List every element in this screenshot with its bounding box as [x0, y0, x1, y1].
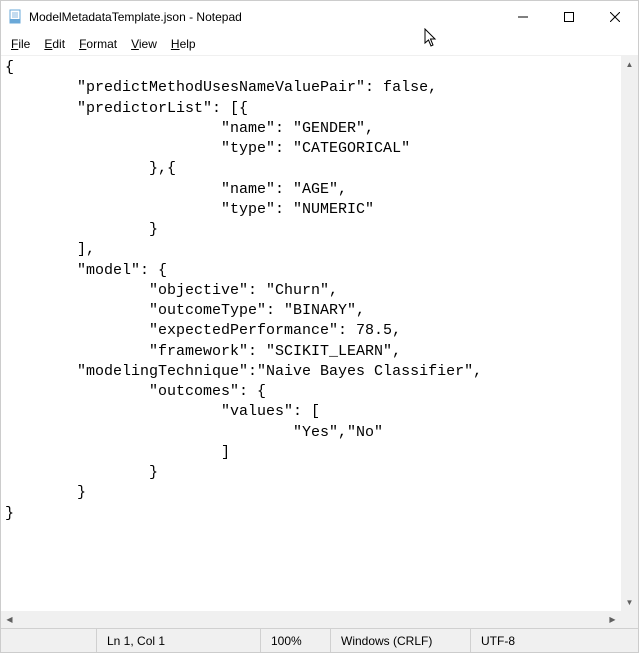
status-encoding: UTF-8 [471, 629, 638, 652]
scrollbar-corner [621, 611, 638, 628]
menubar: File Edit Format View Help [1, 33, 638, 55]
status-spacer [1, 629, 97, 652]
status-position: Ln 1, Col 1 [97, 629, 261, 652]
scroll-down-icon[interactable]: ▼ [621, 594, 638, 611]
close-icon [610, 12, 620, 22]
titlebar: ModelMetadataTemplate.json - Notepad [1, 1, 638, 33]
editor-container: { "predictMethodUsesNameValuePair": fals… [1, 55, 638, 628]
close-button[interactable] [592, 1, 638, 33]
minimize-icon [518, 12, 528, 22]
menu-view[interactable]: View [125, 35, 163, 53]
menu-help-rest: elp [180, 37, 196, 51]
scroll-left-icon[interactable]: ◀ [1, 611, 18, 628]
text-editor[interactable]: { "predictMethodUsesNameValuePair": fals… [1, 56, 638, 628]
scroll-track-v[interactable] [621, 73, 638, 594]
scroll-track-h[interactable] [18, 611, 604, 628]
status-newline: Windows (CRLF) [331, 629, 471, 652]
scroll-right-icon[interactable]: ▶ [604, 611, 621, 628]
horizontal-scrollbar[interactable]: ◀ ▶ [1, 611, 621, 628]
maximize-button[interactable] [546, 1, 592, 33]
notepad-icon [7, 9, 23, 25]
status-zoom: 100% [261, 629, 331, 652]
vertical-scrollbar[interactable]: ▲ ▼ [621, 56, 638, 611]
scroll-up-icon[interactable]: ▲ [621, 56, 638, 73]
maximize-icon [564, 12, 574, 22]
menu-edit[interactable]: Edit [38, 35, 71, 53]
window-controls [500, 1, 638, 33]
menu-help[interactable]: Help [165, 35, 202, 53]
menu-format[interactable]: Format [73, 35, 123, 53]
statusbar: Ln 1, Col 1 100% Windows (CRLF) UTF-8 [1, 628, 638, 652]
menu-file-rest: ile [18, 37, 30, 51]
menu-view-rest: iew [139, 37, 157, 51]
menu-format-rest: ormat [86, 37, 117, 51]
minimize-button[interactable] [500, 1, 546, 33]
notepad-window: ModelMetadataTemplate.json - Notepad Fil… [0, 0, 639, 653]
menu-file[interactable]: File [5, 35, 36, 53]
window-title: ModelMetadataTemplate.json - Notepad [29, 10, 500, 24]
menu-edit-rest: dit [52, 37, 65, 51]
